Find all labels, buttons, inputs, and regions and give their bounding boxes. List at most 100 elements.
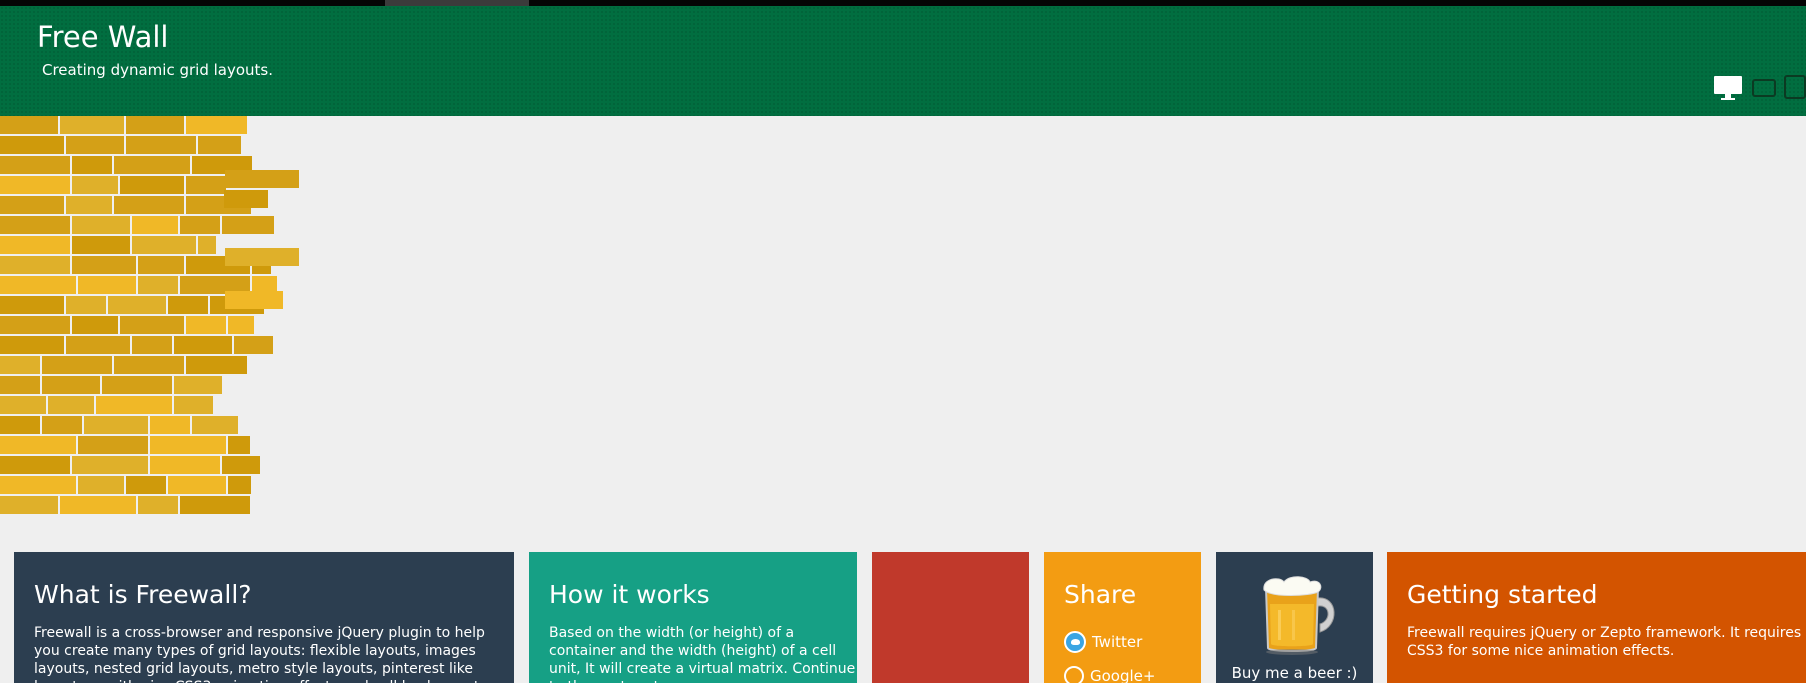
brick-tile xyxy=(168,296,208,314)
brick-tile xyxy=(198,136,241,154)
card-row: What is Freewall? Freewall is a cross-br… xyxy=(0,552,1806,683)
share-link-label: Twitter xyxy=(1092,633,1143,651)
twitter-bird-icon xyxy=(1064,631,1086,653)
brick-tile xyxy=(78,276,136,294)
brick-tile xyxy=(150,416,190,434)
brick-tile xyxy=(186,116,247,134)
site-header: Free Wall Creating dynamic grid layouts. xyxy=(0,6,1806,116)
brick-tile xyxy=(192,416,238,434)
brick-tile xyxy=(0,116,58,134)
brick-tile xyxy=(0,476,76,494)
card-buy-beer: Buy me a beer :) xyxy=(1216,552,1373,683)
brick-tile xyxy=(198,236,216,254)
brick-tile xyxy=(0,376,40,394)
brick-tile xyxy=(72,236,130,254)
beer-mug-icon[interactable] xyxy=(1260,574,1340,660)
card-body: Based on the width (or height) of a cont… xyxy=(549,625,856,683)
brick-tile xyxy=(78,476,124,494)
card-share: Share Twitter Google+ xyxy=(1044,552,1201,683)
card-red-tile xyxy=(872,552,1029,683)
brick-tile xyxy=(0,456,70,474)
brick-tile xyxy=(0,276,76,294)
brick-tile xyxy=(72,456,148,474)
brick-tile xyxy=(0,396,46,414)
brick-tile xyxy=(48,396,94,414)
google-plus-icon xyxy=(1064,666,1084,683)
brick-tile xyxy=(222,216,274,234)
brick-wall-grid xyxy=(0,116,1806,536)
brick-tile xyxy=(0,416,40,434)
brick-tile xyxy=(132,336,172,354)
brick-tile xyxy=(60,116,124,134)
site-title: Free Wall xyxy=(37,20,169,54)
buy-beer-link[interactable]: Buy me a beer :) xyxy=(1216,664,1373,682)
share-twitter-link[interactable]: Twitter xyxy=(1064,630,1142,654)
brick-tile xyxy=(78,436,148,454)
brick-tile xyxy=(132,216,178,234)
brick-tile xyxy=(72,176,118,194)
brick-tile xyxy=(0,236,70,254)
brick-tile xyxy=(0,256,70,274)
card-title: Getting started xyxy=(1407,580,1598,609)
brick-tile xyxy=(174,336,232,354)
brick-tile xyxy=(234,336,273,354)
brick-tile xyxy=(0,356,40,374)
brick-tile xyxy=(0,196,64,214)
brick-tile xyxy=(0,176,70,194)
brick-tile xyxy=(114,196,184,214)
brick-tile xyxy=(114,156,190,174)
card-body: Freewall requires jQuery or Zepto framew… xyxy=(1407,625,1802,659)
brick-tile xyxy=(108,296,166,314)
share-link-label: Google+ xyxy=(1090,667,1156,683)
brick-tile xyxy=(66,336,130,354)
brick-tile xyxy=(72,316,118,334)
brick-tile xyxy=(225,170,299,188)
brick-tile xyxy=(186,316,226,334)
brick-tile xyxy=(96,396,172,414)
brick-tile xyxy=(0,156,70,174)
brick-tile xyxy=(222,456,260,474)
brick-tile xyxy=(228,436,250,454)
brick-tile xyxy=(42,416,82,434)
brick-tile xyxy=(138,276,178,294)
brick-tile xyxy=(186,176,226,194)
brick-tile xyxy=(168,476,226,494)
brick-tile xyxy=(174,396,213,414)
brick-tile xyxy=(138,256,184,274)
brick-tile xyxy=(126,476,166,494)
brick-tile xyxy=(228,476,251,494)
brick-tile xyxy=(0,336,64,354)
card-title: Share xyxy=(1064,580,1137,609)
brick-tile xyxy=(66,296,106,314)
brick-tile xyxy=(0,436,76,454)
brick-tile xyxy=(66,136,124,154)
brick-tile xyxy=(120,176,184,194)
brick-tile xyxy=(102,376,172,394)
site-subtitle: Creating dynamic grid layouts. xyxy=(42,61,273,79)
brick-tile xyxy=(132,236,196,254)
brick-tile xyxy=(120,316,184,334)
brick-tile xyxy=(126,116,184,134)
card-body: Freewall is a cross-browser and responsi… xyxy=(34,625,491,683)
brick-tile xyxy=(0,216,70,234)
brick-tile xyxy=(0,296,64,314)
desktop-icon[interactable] xyxy=(1713,75,1743,105)
brick-tile xyxy=(150,456,220,474)
brick-tile xyxy=(186,356,247,374)
brick-tile xyxy=(225,248,299,266)
brick-tile xyxy=(72,256,136,274)
tablet-portrait-icon[interactable] xyxy=(1784,75,1806,103)
brick-tile xyxy=(72,156,112,174)
brick-tile xyxy=(224,190,268,208)
brick-tile xyxy=(225,291,283,309)
brick-tile xyxy=(180,216,220,234)
brick-tile xyxy=(0,316,70,334)
brick-tile xyxy=(228,316,254,334)
share-google-link[interactable]: Google+ xyxy=(1064,664,1155,683)
brick-tile xyxy=(42,376,100,394)
card-how-it-works: How it works Based on the width (or heig… xyxy=(529,552,857,683)
tablet-landscape-icon[interactable] xyxy=(1752,79,1776,101)
brick-tile xyxy=(174,376,222,394)
card-title: What is Freewall? xyxy=(34,580,252,609)
card-what-is-freewall: What is Freewall? Freewall is a cross-br… xyxy=(14,552,514,683)
